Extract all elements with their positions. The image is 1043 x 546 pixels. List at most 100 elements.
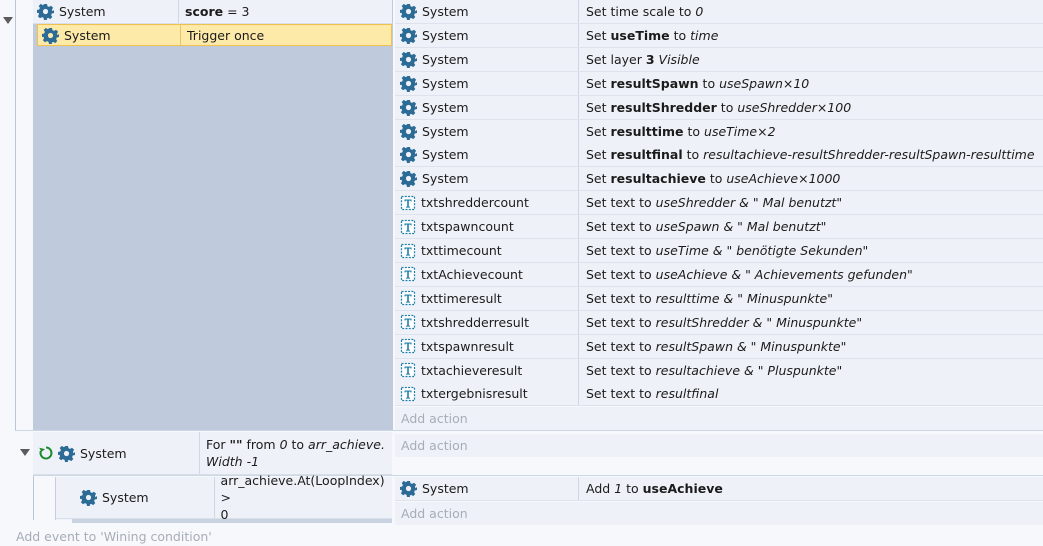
add-action-link[interactable]: Add action bbox=[395, 502, 1043, 525]
condition-trigger-once[interactable]: System Trigger once bbox=[37, 24, 392, 46]
condition-for-loop[interactable]: System For "" from 0 to arr_achieve. Widt… bbox=[33, 432, 392, 475]
add-action-link[interactable]: Add action bbox=[395, 407, 1043, 430]
action-row[interactable]: txtspawncount Set text to useSpawn & " Ma… bbox=[395, 215, 1043, 240]
text-object-icon bbox=[400, 362, 416, 378]
action-row[interactable]: System Set resultachieve to useAchieve×10… bbox=[395, 167, 1043, 192]
gear-icon bbox=[400, 27, 417, 44]
action-object: txttimeresult bbox=[395, 286, 579, 310]
action-text: Set text to resultShredder & " Minuspunk… bbox=[586, 314, 863, 330]
action-row[interactable]: txtergebnisresult Set text to resultfinal bbox=[395, 382, 1043, 407]
gear-icon bbox=[37, 3, 54, 20]
condition-array-compare[interactable]: System arr_achieve.At(LoopIndex) >0 bbox=[56, 473, 392, 522]
action-object-name: System bbox=[422, 171, 469, 187]
action-object: System bbox=[395, 119, 579, 143]
action-object: txtachieveresult bbox=[395, 358, 579, 382]
action-row[interactable]: txttimeresult Set text to resulttime & " … bbox=[395, 286, 1043, 311]
action-text: Set text to useSpawn & " Mal benutzt" bbox=[586, 219, 827, 235]
action-object-name: System bbox=[422, 75, 469, 91]
gear-icon bbox=[58, 445, 75, 462]
action-object-name: txtshredderresult bbox=[421, 314, 530, 330]
gear-icon bbox=[400, 123, 417, 140]
event-indent-line bbox=[15, 0, 16, 430]
text-object-icon bbox=[400, 243, 416, 259]
action-text: Set resultachieve to useAchieve×1000 bbox=[586, 171, 841, 187]
action-object: System bbox=[395, 71, 579, 95]
action-object: txtshredderresult bbox=[395, 310, 579, 334]
action-row[interactable]: System Set useTime to time bbox=[395, 23, 1043, 48]
add-action-link[interactable]: Add action bbox=[395, 434, 1043, 457]
action-row[interactable]: System Set resultfinal to resultachieve-r… bbox=[395, 143, 1043, 168]
action-row[interactable]: System Set resulttime to useTime×2 bbox=[395, 119, 1043, 144]
text-object-icon bbox=[400, 338, 416, 354]
action-row[interactable]: txtspawnresult Set text to resultSpawn & … bbox=[395, 334, 1043, 359]
action-text: Set time scale to 0 bbox=[586, 4, 704, 19]
condition-object: System bbox=[56, 477, 215, 518]
action-row[interactable]: System Set resultShredder to useShredder×… bbox=[395, 95, 1043, 120]
action-text: Set text to resultfinal bbox=[586, 386, 719, 402]
action-row[interactable]: System Set time scale to 0 bbox=[395, 0, 1043, 24]
action-object: System bbox=[395, 47, 579, 71]
condition-object: System bbox=[38, 25, 181, 45]
gear-icon bbox=[400, 99, 417, 116]
gear-icon bbox=[400, 75, 417, 92]
action-row[interactable]: txtshredderresult Set text to resultShred… bbox=[395, 310, 1043, 335]
expand-event-1-icon[interactable] bbox=[3, 17, 13, 24]
gear-icon bbox=[400, 3, 417, 20]
action-text: Set resultShredder to useShredder×100 bbox=[586, 99, 852, 115]
action-row[interactable]: System Add 1 to useAchieve bbox=[395, 477, 1043, 501]
condition-object: System bbox=[33, 432, 200, 474]
action-text: Set layer 3 Visible bbox=[586, 51, 700, 67]
action-text: Set text to resultachieve & " Pluspunkte… bbox=[586, 362, 843, 378]
expand-event-2-icon[interactable] bbox=[20, 449, 30, 456]
event-separator bbox=[33, 475, 1043, 476]
condition-text: For "" from 0 to arr_achieve. Width -1 bbox=[206, 437, 385, 469]
action-object: txtergebnisresult bbox=[395, 382, 579, 406]
action-object: txtAchievecount bbox=[395, 262, 579, 286]
action-text: Add 1 to useAchieve bbox=[586, 481, 723, 496]
action-object: System bbox=[395, 167, 579, 191]
action-object: System bbox=[395, 95, 579, 119]
action-text: Set text to resultSpawn & " Minuspunkte" bbox=[586, 338, 847, 354]
action-row[interactable]: System Set resultSpawn to useSpawn×10 bbox=[395, 71, 1043, 96]
gear-icon bbox=[400, 170, 417, 188]
action-object: System bbox=[395, 23, 579, 47]
action-object-name: txtergebnisresult bbox=[421, 386, 528, 402]
sub-event-bottom-edge bbox=[72, 519, 392, 523]
text-object-icon bbox=[400, 314, 416, 330]
condition-text: arr_achieve.At(LoopIndex) >0 bbox=[220, 473, 385, 522]
action-object-name: System bbox=[422, 481, 469, 496]
text-object-icon bbox=[400, 386, 416, 402]
condition-object: System bbox=[33, 0, 179, 23]
action-row[interactable]: txttimecount Set text to useTime & " benö… bbox=[395, 239, 1043, 263]
condition-text: Trigger once bbox=[187, 27, 265, 43]
condition-object-name: System bbox=[80, 445, 127, 461]
text-object-icon bbox=[400, 219, 416, 235]
action-row[interactable]: txtshreddercount Set text to useShredder … bbox=[395, 191, 1043, 216]
condition-object-name: System bbox=[102, 490, 149, 505]
action-object: txtspawnresult bbox=[395, 334, 579, 358]
condition-score[interactable]: System score = 3 bbox=[33, 0, 392, 24]
loop-icon bbox=[38, 445, 54, 461]
add-event-link[interactable]: Add event to 'Wining condition' bbox=[16, 528, 212, 546]
event-separator bbox=[15, 430, 1043, 431]
action-row[interactable]: txtAchievecount Set text to useAchieve & … bbox=[395, 262, 1043, 287]
action-object-name: System bbox=[422, 51, 469, 67]
action-text: Set resultfinal to resultachieve-resultS… bbox=[586, 147, 1035, 163]
event-1-condition-block bbox=[33, 0, 393, 430]
action-object-name: System bbox=[422, 4, 469, 19]
action-row[interactable]: txtachieveresult Set text to resultachiev… bbox=[395, 358, 1043, 383]
action-row[interactable]: System Set layer 3 Visible bbox=[395, 47, 1043, 72]
action-text: Set text to useTime & " benötigte Sekund… bbox=[586, 243, 869, 258]
text-object-icon bbox=[400, 195, 416, 211]
gear-icon bbox=[400, 480, 417, 497]
action-object-name: txtachieveresult bbox=[421, 362, 523, 378]
action-object: txtshreddercount bbox=[395, 191, 579, 215]
action-object-name: txtspawnresult bbox=[421, 338, 514, 354]
text-object-icon bbox=[400, 290, 416, 306]
action-object: System bbox=[395, 477, 579, 500]
condition-object-name: System bbox=[64, 27, 111, 43]
action-object-name: txttimeresult bbox=[421, 290, 502, 306]
gear-icon bbox=[400, 51, 417, 68]
action-object-name: txtspawncount bbox=[421, 219, 514, 235]
text-object-icon bbox=[400, 266, 416, 282]
